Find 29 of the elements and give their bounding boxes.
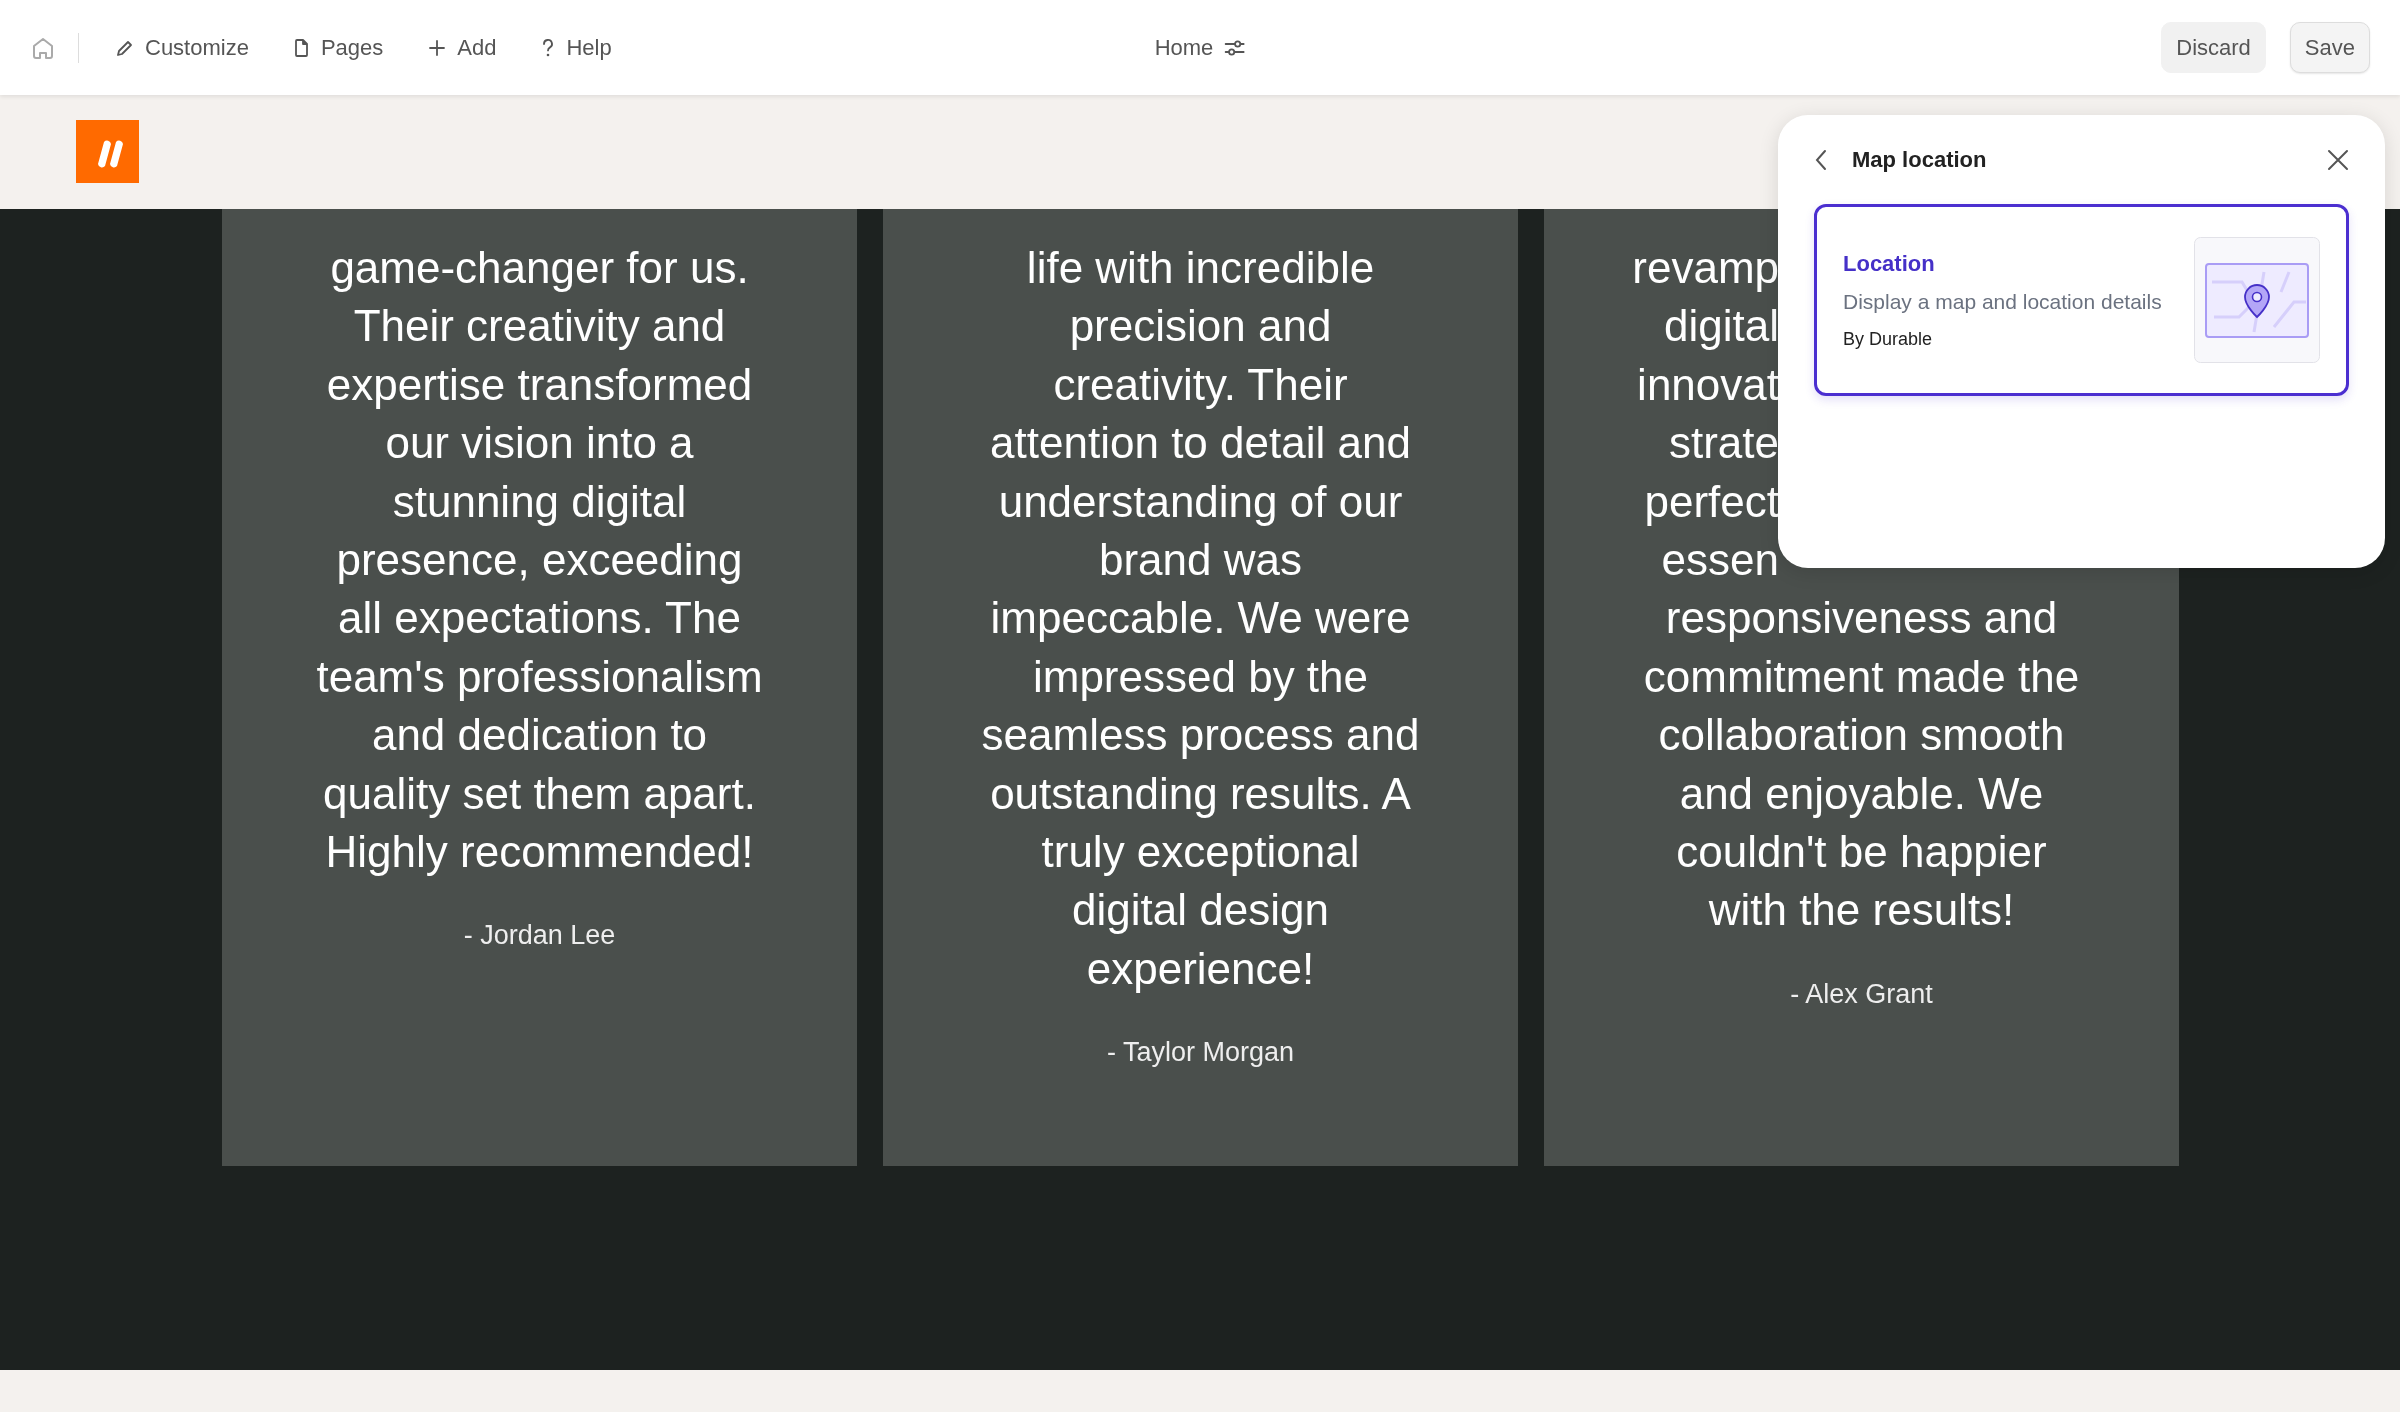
option-description: Display a map and location details [1843, 289, 2163, 315]
back-icon[interactable] [1814, 148, 1828, 171]
page-selector[interactable]: Home [1140, 25, 1260, 70]
widget-option-card[interactable]: Location Display a map and location details By Durable [1814, 204, 2349, 396]
quote-text: life with incredible precision and creativity. Their attention to detail and understanding of our brand was impeccable. We were impressed by the seamless process and outstanding results. A truly exceptional digital design experience! [980, 242, 1421, 995]
quote-text: digital [1663, 300, 1779, 353]
quote-text: strate [1667, 417, 1779, 470]
option-byline: By Durable [1843, 328, 1934, 351]
toolbar-item[interactable]: Pages [278, 25, 398, 70]
close-icon[interactable] [2327, 148, 2349, 171]
toolbar-item[interactable]: Help [526, 25, 626, 70]
option-title: Location [1843, 250, 1936, 278]
quote-text: perfect [1643, 475, 1779, 528]
toolbar-item[interactable]: Add [413, 25, 511, 70]
quote-text: innovat [1636, 358, 1779, 411]
discard-button[interactable]: Discard [2161, 22, 2266, 73]
quote-text: game-changer for us. Their creativity and expertise transformed our vision into a stunning digital presence, exceeding all expectations. The team's professionalism and dedication to quality set them apart. Highly recommended! [315, 242, 764, 879]
logo[interactable] [76, 120, 139, 183]
quote-text: responsiveness and commitment made the collaboration smooth and enjoyable. We couldn't be happier with the results! [1642, 592, 2081, 937]
plus-icon [427, 37, 448, 58]
panel-title: Map location [1852, 146, 1987, 174]
page-icon [292, 37, 311, 58]
toolbar-item[interactable]: Customize [101, 25, 263, 70]
quote-text: essen [1660, 534, 1779, 587]
quote-author: - Jordan Lee [463, 919, 616, 953]
quote-author: - Taylor Morgan [1106, 1036, 1295, 1070]
quote-text: revamp [1631, 242, 1779, 294]
save-button[interactable]: Save [2289, 22, 2370, 73]
quote-author: - Alex Grant [1790, 977, 1933, 1011]
